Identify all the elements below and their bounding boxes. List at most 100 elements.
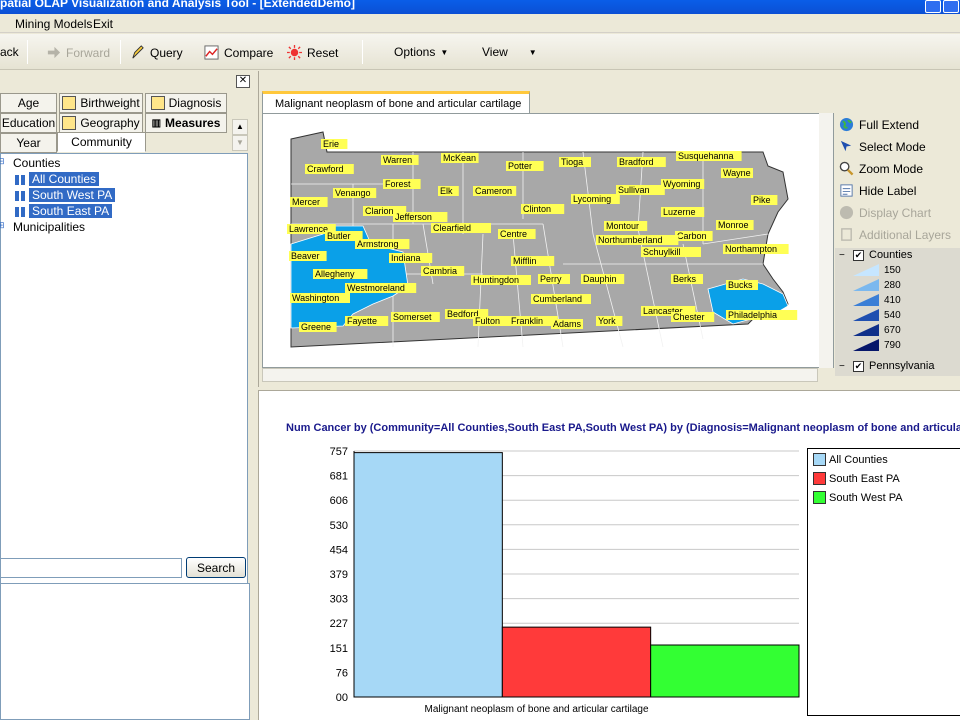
tab-education[interactable]: Education <box>0 113 57 133</box>
tab-community[interactable]: Community <box>57 132 146 152</box>
cursor-icon <box>840 140 852 152</box>
map-vertical-scrollbar[interactable] <box>819 113 833 368</box>
county-label-chester: Chester <box>671 312 715 322</box>
svg-text:Franklin: Franklin <box>511 316 543 326</box>
search-button[interactable]: Search <box>186 557 246 578</box>
x-category-label: Malignant neoplasm of bone and articular… <box>424 704 648 715</box>
county-label-sullivan: Sullivan <box>616 185 665 195</box>
forward-label: Forward <box>66 45 111 60</box>
tabs-scroll-down-button[interactable]: ▼ <box>232 135 248 151</box>
collapse-icon[interactable]: − <box>839 361 845 372</box>
chart-legend-item: All Counties <box>813 453 888 466</box>
community-tree: ⊟ Counties All Counties South West PA So… <box>0 153 248 623</box>
reset-button[interactable]: Reset <box>287 45 338 60</box>
search-input[interactable] <box>0 558 182 578</box>
menu-exit[interactable]: Exit <box>93 17 113 31</box>
compare-button[interactable]: Compare <box>204 45 273 60</box>
grid-icon <box>15 207 25 217</box>
svg-text:Beaver: Beaver <box>291 251 320 261</box>
view-dropdown[interactable]: View ▼ <box>482 45 537 59</box>
svg-text:Huntingdon: Huntingdon <box>473 275 519 285</box>
tab-year[interactable]: Year <box>0 133 57 153</box>
tree-node-south-west-pa[interactable]: South West PA <box>29 188 116 202</box>
compare-label: Compare <box>224 45 274 60</box>
county-label-york: York <box>596 316 623 326</box>
county-label-adams: Adams <box>551 319 583 329</box>
legend-row: 150 <box>853 264 901 276</box>
options-dropdown[interactable]: Options ▼ <box>394 45 448 59</box>
tab-community-label: Community <box>71 135 132 149</box>
legend-swatch <box>813 491 826 504</box>
forward-button[interactable]: Forward <box>46 45 110 60</box>
county-label-huntingdon: Huntingdon <box>471 275 531 285</box>
tab-measures[interactable]: ▥ Measures <box>145 113 227 133</box>
toolbar-separator <box>362 40 363 64</box>
toolbar-separator <box>27 40 28 64</box>
svg-text:Potter: Potter <box>508 161 532 171</box>
county-label-erie: Erie <box>321 139 348 149</box>
svg-text:Dauphin: Dauphin <box>583 274 617 284</box>
pennsylvania-map[interactable]: Erie Warren McKean Potter Tioga Bradford Susqu… <box>263 114 819 367</box>
zoom-mode-button[interactable]: Zoom Mode <box>839 161 923 176</box>
tabs-scroll-up-button[interactable]: ▲ <box>232 119 248 135</box>
county-label-washington: Washington <box>290 293 350 303</box>
maximize-button[interactable] <box>943 0 959 13</box>
county-label-wyoming: Wyoming <box>661 179 705 189</box>
counties-layer-label: Counties <box>869 249 913 261</box>
tab-birthweight[interactable]: Birthweight <box>59 93 143 113</box>
back-button[interactable]: ack <box>0 45 19 59</box>
county-label-mercer: Mercer <box>290 197 328 207</box>
menu-mining-models[interactable]: Mining Models <box>15 17 92 31</box>
hide-label-button[interactable]: Hide Label <box>839 183 916 198</box>
additional-layers-button[interactable]: Additional Layers <box>839 227 951 242</box>
tab-geography-label: Geography <box>80 116 140 130</box>
county-label-westmoreland: Westmoreland <box>345 283 417 293</box>
bar-all-counties[interactable] <box>353 452 503 698</box>
y-tick-label: 530 <box>330 520 348 532</box>
layers-icon <box>841 228 852 241</box>
tree-node-south-east-pa[interactable]: South East PA <box>29 204 113 218</box>
county-label-luzerne: Luzerne <box>661 207 705 217</box>
toolbar: ack Forward Query Compare Reset Options … <box>0 34 960 70</box>
svg-text:Chester: Chester <box>673 312 705 322</box>
tree-node-counties[interactable]: Counties <box>13 156 60 170</box>
tab-age[interactable]: Age <box>0 93 57 113</box>
full-extend-button[interactable]: Full Extend <box>839 117 919 132</box>
tab-diagnosis[interactable]: Diagnosis <box>145 93 227 113</box>
display-chart-button[interactable]: Display Chart <box>839 205 931 220</box>
bar-south-west-pa[interactable] <box>650 644 800 698</box>
tree-node-all-counties[interactable]: All Counties <box>29 172 100 186</box>
county-label-centre: Centre <box>498 229 536 239</box>
additional-layers-label: Additional Layers <box>859 227 952 242</box>
y-tick-label: 00 <box>336 692 348 704</box>
county-label-berks: Berks <box>671 274 703 284</box>
legend-row: 540 <box>853 309 901 321</box>
legend-value: 150 <box>884 264 901 276</box>
counties-checkbox[interactable]: ✔ <box>853 250 864 261</box>
svg-text:Monroe: Monroe <box>718 220 749 230</box>
tree-expand-icon[interactable]: ⊞ <box>0 220 5 231</box>
legend-row: 280 <box>853 279 901 291</box>
close-panel-button[interactable]: ✕ <box>236 75 250 88</box>
forward-arrow-icon <box>47 46 61 59</box>
svg-text:Forest: Forest <box>385 179 411 189</box>
legend-swatch <box>853 294 879 306</box>
svg-text:Somerset: Somerset <box>393 312 432 322</box>
map-view[interactable]: Erie Warren McKean Potter Tioga Bradford Susqu… <box>262 113 834 368</box>
select-mode-button[interactable]: Select Mode <box>839 139 926 154</box>
query-button[interactable]: Query <box>130 45 183 60</box>
tree-expand-icon[interactable]: ⊟ <box>0 156 5 167</box>
tree-node-municipalities[interactable]: Municipalities <box>13 220 85 234</box>
minimize-button[interactable] <box>925 0 941 13</box>
collapse-icon[interactable]: − <box>839 250 845 261</box>
pennsylvania-checkbox[interactable]: ✔ <box>853 361 864 372</box>
bar-south-east-pa[interactable] <box>501 626 652 698</box>
map-tab[interactable]: Malignant neoplasm of bone and articular… <box>262 91 530 113</box>
map-horizontal-scrollbar[interactable] <box>262 368 818 382</box>
tab-birthweight-label: Birthweight <box>80 96 140 110</box>
toolbar-separator <box>120 40 121 64</box>
layer-legend: − ✔ Counties 150 280 410 540 670 790 − ✔ Penn… <box>835 248 960 376</box>
caret-down-icon: ▼ <box>440 47 449 57</box>
tab-geography[interactable]: Geography <box>59 113 143 133</box>
reset-label: Reset <box>307 45 339 60</box>
